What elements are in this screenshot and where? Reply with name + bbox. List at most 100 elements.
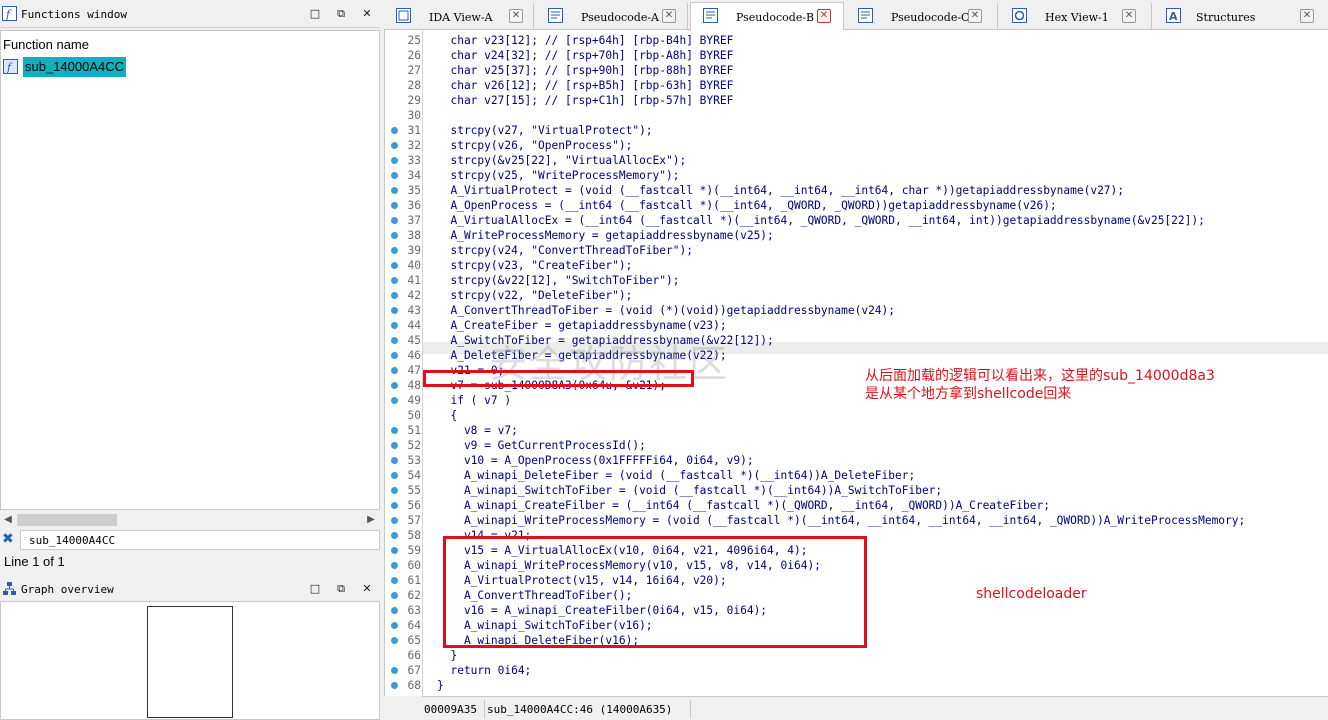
- functions-list[interactable]: Function name f sub_14000A4CC: [0, 30, 380, 510]
- breakpoint-dot-icon[interactable]: [391, 187, 398, 194]
- functions-window-titlebar[interactable]: f Functions window □ ⧉ ✕: [0, 0, 380, 28]
- code-line[interactable]: 28 char v26[12]; // [rsp+B5h] [rbp-63h] …: [385, 78, 1328, 93]
- code-line[interactable]: 38 A_WriteProcessMemory = getapiaddressb…: [385, 228, 1328, 243]
- breakpoint-dot-icon[interactable]: [391, 127, 398, 134]
- breakpoint-dot-icon[interactable]: [391, 202, 398, 209]
- tab-pseudocode-c[interactable]: Pseudocode-C ✕: [846, 3, 998, 30]
- code-text[interactable]: v10 = A_OpenProcess(0x1FFFFFi64, 0i64, v…: [437, 453, 754, 468]
- code-text[interactable]: A_winapi_WriteProcessMemory = (void (__f…: [437, 513, 1245, 528]
- breakpoint-dot-icon[interactable]: [391, 262, 398, 269]
- code-line[interactable]: 49 if ( v7 ): [385, 393, 1328, 408]
- scroll-right-icon[interactable]: ▶: [364, 513, 378, 527]
- code-line[interactable]: 30: [385, 108, 1328, 123]
- code-text[interactable]: A_VirtualProtect = (void (__fastcall *)(…: [437, 183, 1124, 198]
- function-name[interactable]: sub_14000A4CC: [23, 57, 127, 77]
- breakpoint-dot-icon[interactable]: [391, 667, 398, 674]
- minimize-button[interactable]: □: [308, 7, 322, 21]
- code-line[interactable]: 31 strcpy(v27, "VirtualProtect");: [385, 123, 1328, 138]
- code-text[interactable]: char v24[32]; // [rsp+70h] [rbp-A8h] BYR…: [437, 48, 733, 63]
- breakpoint-dot-icon[interactable]: [391, 277, 398, 284]
- code-line[interactable]: 39 strcpy(v24, "ConvertThreadToFiber");: [385, 243, 1328, 258]
- tab-pseudocode-b[interactable]: Pseudocode-B ✕: [690, 2, 844, 31]
- code-text[interactable]: strcpy(v24, "ConvertThreadToFiber");: [437, 243, 692, 258]
- code-text[interactable]: A_VirtualAllocEx = (__int64 (__fastcall …: [437, 213, 1204, 228]
- close-button[interactable]: ✕: [360, 582, 374, 596]
- functions-hscrollbar[interactable]: ◀ ▶: [0, 512, 380, 528]
- code-line[interactable]: 25 char v23[12]; // [rsp+64h] [rbp-B4h] …: [385, 33, 1328, 48]
- code-line[interactable]: 26 char v24[32]; // [rsp+70h] [rbp-A8h] …: [385, 48, 1328, 63]
- code-text[interactable]: if ( v7 ): [437, 393, 511, 408]
- tab-ida-view-a[interactable]: IDA View-A ✕: [384, 3, 534, 30]
- breakpoint-dot-icon[interactable]: [391, 607, 398, 614]
- breakpoint-dot-icon[interactable]: [391, 217, 398, 224]
- tab-structures[interactable]: A Structures ✕: [1154, 3, 1328, 30]
- code-text[interactable]: {: [437, 408, 457, 423]
- code-text[interactable]: char v23[12]; // [rsp+64h] [rbp-B4h] BYR…: [437, 33, 733, 48]
- breakpoint-dot-icon[interactable]: [391, 232, 398, 239]
- code-text[interactable]: v9 = GetCurrentProcessId();: [437, 438, 646, 453]
- breakpoint-dot-icon[interactable]: [391, 322, 398, 329]
- breakpoint-dot-icon[interactable]: [391, 532, 398, 539]
- column-header-function-name[interactable]: Function name: [3, 37, 89, 52]
- code-text[interactable]: char v25[37]; // [rsp+90h] [rbp-88h] BYR…: [437, 63, 733, 78]
- function-row[interactable]: f sub_14000A4CC: [1, 57, 381, 77]
- close-button[interactable]: ✕: [360, 7, 374, 21]
- pseudocode-editor[interactable]: 25 char v23[12]; // [rsp+64h] [rbp-B4h] …: [384, 30, 1328, 696]
- code-line[interactable]: 42 strcpy(v22, "DeleteFiber");: [385, 288, 1328, 303]
- graph-viewport-rect[interactable]: [147, 606, 233, 718]
- code-text[interactable]: strcpy(v23, "CreateFiber");: [437, 258, 632, 273]
- tab-close-icon[interactable]: ✕: [817, 9, 831, 23]
- code-line[interactable]: 57 A_winapi_WriteProcessMemory = (void (…: [385, 513, 1328, 528]
- breakpoint-dot-icon[interactable]: [391, 502, 398, 509]
- breakpoint-dot-icon[interactable]: [391, 457, 398, 464]
- code-line[interactable]: 37 A_VirtualAllocEx = (__int64 (__fastca…: [385, 213, 1328, 228]
- code-text[interactable]: A_OpenProcess = (__int64 (__fastcall *)(…: [437, 198, 1056, 213]
- breakpoint-dot-icon[interactable]: [391, 637, 398, 644]
- breakpoint-dot-icon[interactable]: [391, 292, 398, 299]
- breakpoint-dot-icon[interactable]: [391, 517, 398, 524]
- breakpoint-dot-icon[interactable]: [391, 622, 398, 629]
- scrollbar-thumb[interactable]: [17, 514, 117, 526]
- tab-close-icon[interactable]: ✕: [1300, 9, 1314, 23]
- tab-pseudocode-a[interactable]: Pseudocode-A ✕: [536, 3, 688, 30]
- restore-button[interactable]: ⧉: [334, 7, 348, 21]
- code-line[interactable]: 54 A_winapi_DeleteFiber = (void (__fastc…: [385, 468, 1328, 483]
- restore-button[interactable]: ⧉: [334, 582, 348, 596]
- code-text[interactable]: strcpy(v25, "WriteProcessMemory");: [437, 168, 679, 183]
- code-text[interactable]: A_ConvertThreadToFiber = (void (*)(void)…: [437, 303, 895, 318]
- code-line[interactable]: 29 char v27[15]; // [rsp+C1h] [rbp-57h] …: [385, 93, 1328, 108]
- breakpoint-dot-icon[interactable]: [391, 487, 398, 494]
- graph-overview-canvas[interactable]: [0, 601, 380, 720]
- code-line[interactable]: 55 A_winapi_SwitchToFiber = (void (__fas…: [385, 483, 1328, 498]
- scroll-left-icon[interactable]: ◀: [1, 513, 15, 527]
- code-line[interactable]: 66 }: [385, 648, 1328, 663]
- code-text[interactable]: v8 = v7;: [437, 423, 518, 438]
- code-line[interactable]: 52 v9 = GetCurrentProcessId();: [385, 438, 1328, 453]
- breakpoint-dot-icon[interactable]: [391, 307, 398, 314]
- code-line[interactable]: 40 strcpy(v23, "CreateFiber");: [385, 258, 1328, 273]
- code-text[interactable]: A_WriteProcessMemory = getapiaddressbyna…: [437, 228, 773, 243]
- code-line[interactable]: 50 {: [385, 408, 1328, 423]
- code-line[interactable]: 33 strcpy(&v25[22], "VirtualAllocEx");: [385, 153, 1328, 168]
- code-line[interactable]: 41 strcpy(&v22[12], "SwitchToFiber");: [385, 273, 1328, 288]
- code-text[interactable]: strcpy(v22, "DeleteFiber");: [437, 288, 632, 303]
- breakpoint-dot-icon[interactable]: [391, 367, 398, 374]
- code-text[interactable]: A_winapi_SwitchToFiber = (void (__fastca…: [437, 483, 942, 498]
- graph-overview-titlebar[interactable]: Graph overview □ ⧉ ✕: [0, 575, 380, 603]
- code-line[interactable]: 44 A_CreateFiber = getapiaddressbyname(v…: [385, 318, 1328, 333]
- breakpoint-dot-icon[interactable]: [391, 592, 398, 599]
- breakpoint-dot-icon[interactable]: [391, 442, 398, 449]
- breakpoint-dot-icon[interactable]: [391, 547, 398, 554]
- tab-close-icon[interactable]: ✕: [509, 9, 523, 23]
- clear-filter-icon[interactable]: ✖: [2, 532, 16, 546]
- tab-close-icon[interactable]: ✕: [1122, 9, 1136, 23]
- breakpoint-dot-icon[interactable]: [391, 382, 398, 389]
- breakpoint-dot-icon[interactable]: [391, 352, 398, 359]
- code-text[interactable]: }: [437, 678, 444, 693]
- tab-close-icon[interactable]: ✕: [662, 9, 676, 23]
- code-text[interactable]: strcpy(v27, "VirtualProtect");: [437, 123, 652, 138]
- code-line[interactable]: 27 char v25[37]; // [rsp+90h] [rbp-88h] …: [385, 63, 1328, 78]
- code-line[interactable]: 36 A_OpenProcess = (__int64 (__fastcall …: [385, 198, 1328, 213]
- breakpoint-dot-icon[interactable]: [391, 472, 398, 479]
- code-text[interactable]: strcpy(v26, "OpenProcess");: [437, 138, 632, 153]
